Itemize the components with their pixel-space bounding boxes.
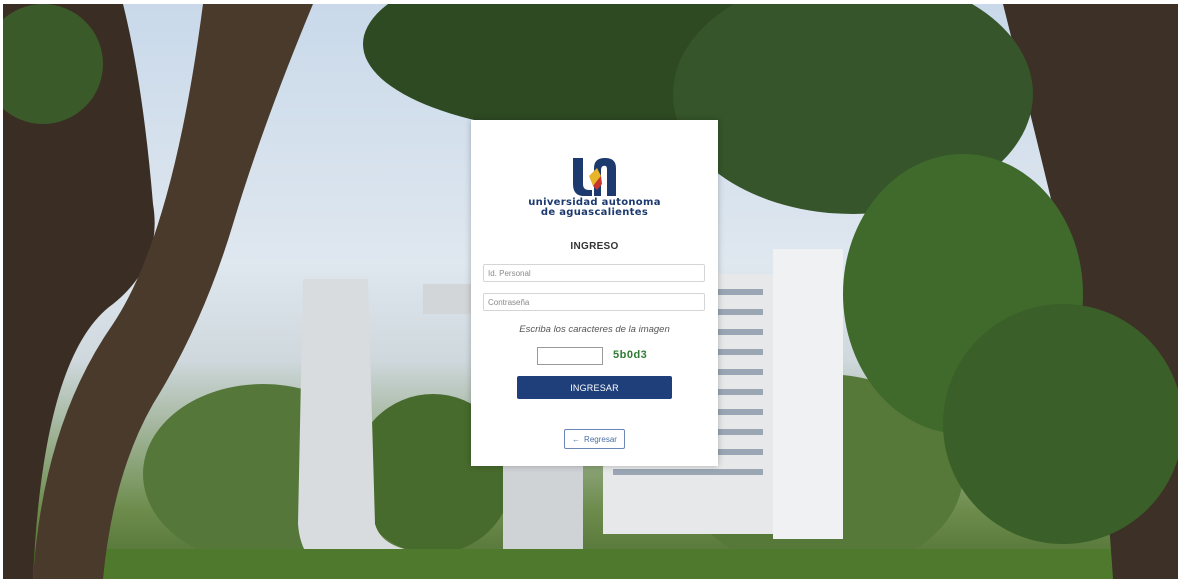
left-arrow-icon: ← (572, 434, 581, 444)
captcha-input[interactable] (537, 347, 603, 365)
logo-text-line2: de aguascalientes (540, 207, 649, 218)
captcha-image-code: 5b0d3 (613, 349, 648, 361)
uaa-emblem-icon (572, 158, 616, 196)
login-submit-button[interactable]: INGRESAR (517, 376, 672, 399)
captcha-prompt: Escriba los caracteres de la imagen (519, 324, 670, 335)
login-page: universidad autonoma de aguascalientes I… (0, 0, 1180, 579)
form-heading: INGRESO (570, 241, 619, 252)
university-logo: universidad autonoma de aguascalientes (471, 154, 718, 218)
back-button-label: Regresar (584, 434, 617, 444)
password-input[interactable] (483, 293, 705, 311)
login-card: universidad autonoma de aguascalientes I… (471, 120, 718, 466)
back-button[interactable]: ← Regresar (564, 429, 625, 449)
personal-id-input[interactable] (483, 264, 705, 282)
